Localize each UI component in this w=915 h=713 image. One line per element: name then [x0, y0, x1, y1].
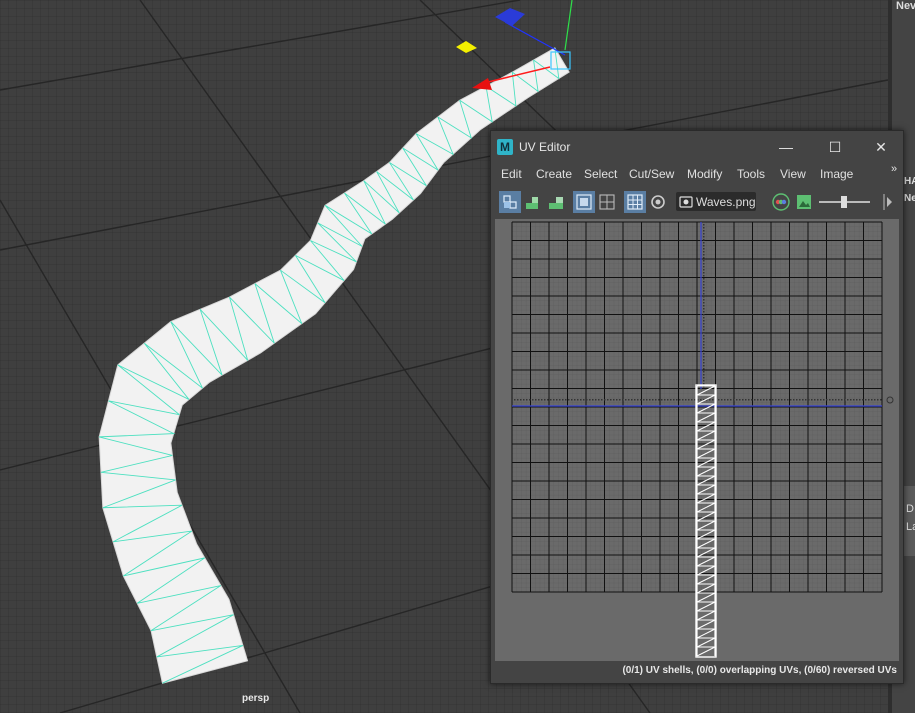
camera-label: persp — [242, 693, 270, 704]
maya-logo-icon: M — [497, 139, 513, 155]
uv-toolbar: Waves.png — [493, 189, 901, 215]
rgb-channels-icon[interactable] — [770, 191, 792, 213]
display-image-icon[interactable] — [793, 191, 815, 213]
menu-modify[interactable]: Modify — [687, 167, 722, 181]
toolbar-expand-icon[interactable] — [877, 191, 899, 213]
menu-cut-sew[interactable]: Cut/Sew — [629, 167, 674, 181]
texture-borders-icon[interactable] — [596, 191, 618, 213]
panel-text-3: Ne — [904, 193, 915, 204]
uv-layout-icon[interactable] — [545, 191, 567, 213]
window-title: UV Editor — [519, 140, 571, 154]
menu-tools[interactable]: Tools — [737, 167, 765, 181]
uv-editor-titlebar[interactable]: M UV Editor — ☐ ✕ — [491, 131, 903, 163]
panel-text-2: HA — [904, 176, 915, 187]
shaded-uv-icon[interactable] — [573, 191, 595, 213]
menu-create[interactable]: Create — [536, 167, 572, 181]
menu-view[interactable]: View — [780, 167, 806, 181]
exposure-slider[interactable] — [817, 191, 872, 213]
grid-toggle-icon[interactable] — [624, 191, 646, 213]
uv-status-text: (0/1) UV shells, (0/0) overlapping UVs, … — [622, 665, 897, 676]
snapshot-icon[interactable] — [647, 191, 669, 213]
uv-menubar: Edit Create Select Cut/Sew Modify Tools … — [493, 163, 901, 184]
uv-editor-window[interactable]: M UV Editor — ☐ ✕ Edit Create Select Cut… — [490, 130, 904, 684]
image-icon — [679, 196, 693, 208]
panel-text-1: Nev — [896, 0, 915, 12]
panel-text-5: La — [906, 521, 915, 533]
minimize-button[interactable]: — — [771, 137, 801, 157]
texture-name: Waves.png — [696, 195, 756, 209]
menu-edit[interactable]: Edit — [501, 167, 522, 181]
menu-image[interactable]: Image — [820, 167, 853, 181]
uv-canvas-svg[interactable] — [495, 219, 899, 661]
uv-unfold-icon[interactable] — [522, 191, 544, 213]
texture-selector[interactable]: Waves.png — [676, 192, 756, 211]
close-button[interactable]: ✕ — [866, 137, 896, 157]
uv-shell-select-icon[interactable] — [499, 191, 521, 213]
menu-select[interactable]: Select — [584, 167, 617, 181]
maximize-button[interactable]: ☐ — [820, 137, 850, 157]
panel-text-4: D — [906, 503, 914, 515]
menu-overflow-icon[interactable]: » — [891, 163, 897, 175]
uv-texture-canvas[interactable] — [495, 219, 899, 661]
